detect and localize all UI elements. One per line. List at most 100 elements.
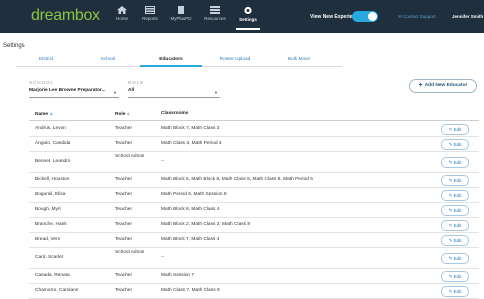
- edit-button[interactable]: ✎ Edit: [441, 271, 469, 282]
- table-row: Bogumil, Elisa Teacher Math Period 6, Math…: [29, 187, 479, 203]
- educator-name: Bogumil, Elisa: [35, 192, 66, 197]
- column-header-classrooms: Classrooms: [161, 111, 189, 116]
- educator-classrooms: Math Block 8, Math Class 4: [161, 207, 220, 212]
- school-select[interactable]: Marjorie Lee Browne Preparator... ▼: [29, 88, 119, 98]
- tab-district[interactable]: District: [16, 55, 76, 65]
- educator-name: Bread, Vern: [35, 237, 61, 242]
- educator-role: Teacher: [115, 126, 133, 131]
- column-header-role-label: Role: [115, 112, 126, 117]
- nav-resources[interactable]: Resources: [200, 6, 230, 21]
- nav-myplus-label: MyPlusPD: [170, 16, 192, 21]
- edit-label: Edit: [453, 178, 462, 183]
- nav-settings[interactable]: Settings: [233, 6, 263, 30]
- home-icon: [117, 6, 127, 14]
- educator-classrooms: Math Period 6, Math Session 8: [161, 192, 227, 197]
- edit-label: Edit: [453, 289, 462, 294]
- edit-label: Edit: [453, 238, 462, 243]
- edit-button[interactable]: ✎ Edit: [441, 175, 469, 186]
- educator-role: Teacher: [115, 141, 133, 146]
- new-experience-toggle[interactable]: [352, 11, 378, 22]
- edit-label: Edit: [453, 142, 462, 147]
- school-filter-label: SCHOOL: [29, 80, 55, 85]
- edit-button[interactable]: ✎ Edit: [441, 124, 469, 135]
- tab-roster-upload[interactable]: Roster Upload: [204, 55, 266, 65]
- educator-classrooms: --: [161, 159, 165, 164]
- contact-support-label: Contact Support: [403, 14, 436, 19]
- edit-button[interactable]: ✎ Edit: [441, 235, 469, 246]
- column-header-name-label: Name: [35, 112, 49, 117]
- tab-bulk-move[interactable]: Bulk Move: [268, 55, 330, 65]
- nav-resources-label: Resources: [204, 16, 226, 21]
- educator-name: Bickell, Houston: [35, 177, 70, 182]
- table-row: Bennet, Leandro School Admin -- ✎ Edit: [29, 151, 479, 173]
- toggle-knob: [368, 12, 377, 21]
- active-nav-indicator: [236, 28, 260, 30]
- educator-classrooms: Math Class 3, Math Period 4: [161, 141, 222, 146]
- edit-label: Edit: [453, 127, 462, 132]
- contact-support-link[interactable]: ✉ Contact Support: [398, 14, 436, 20]
- table-row: Branche, Hank Teacher Math Block 2, Math C…: [29, 217, 479, 233]
- page-title: Settings: [3, 43, 25, 49]
- tab-school[interactable]: School: [78, 55, 138, 65]
- tab-educators[interactable]: Educators: [140, 55, 202, 67]
- educator-role: Teacher: [115, 177, 133, 182]
- plus-icon: +: [418, 82, 423, 89]
- reports-icon: [145, 6, 155, 14]
- nav-myplus[interactable]: MyPlusPD: [166, 6, 196, 21]
- edit-button[interactable]: ✎ Edit: [441, 205, 469, 216]
- role-select-value: All: [128, 88, 135, 93]
- edit-button[interactable]: ✎ Edit: [441, 286, 469, 297]
- top-nav: dreambox Home Reports MyPlusPD Resources…: [0, 0, 484, 33]
- table-row: Angulo, Candida Teacher Math Class 3, Math…: [29, 136, 479, 152]
- edit-button[interactable]: ✎ Edit: [441, 139, 469, 150]
- role-select[interactable]: All ▼: [128, 88, 220, 98]
- myplus-icon: [178, 6, 184, 14]
- dreambox-logo[interactable]: dreambox: [31, 7, 100, 25]
- edit-label: Edit: [453, 223, 462, 228]
- edit-button[interactable]: ✎ Edit: [441, 157, 469, 168]
- add-educator-label: Add New Educator: [424, 83, 468, 88]
- sort-icon: ◆: [126, 111, 130, 116]
- table-row: Chamorro, Carolann Teacher Math Class 7, M…: [29, 283, 479, 299]
- role-filter-label: ROLE: [128, 80, 145, 85]
- resources-icon: [210, 6, 220, 14]
- educator-classrooms: Math Block 7, Math Class 4: [161, 237, 220, 242]
- settings-tabs: District School Educators Roster Upload …: [16, 55, 342, 67]
- edit-label: Edit: [453, 193, 462, 198]
- educator-name: Bough, Myrl: [35, 207, 61, 212]
- column-header-role[interactable]: Role ◆: [115, 111, 130, 117]
- edit-label: Edit: [453, 256, 462, 261]
- add-educator-button[interactable]: + Add New Educator: [409, 79, 477, 93]
- edit-label: Edit: [453, 208, 462, 213]
- edit-label: Edit: [453, 160, 462, 165]
- educator-name: Card, Scarlet: [35, 255, 63, 260]
- sort-asc-icon: ▲: [49, 111, 54, 116]
- educator-role: School Admin: [115, 154, 145, 159]
- educator-role: Teacher: [115, 237, 133, 242]
- educator-classrooms: Math Session 7: [161, 273, 195, 278]
- edit-button[interactable]: ✎ Edit: [441, 253, 469, 264]
- user-name[interactable]: Jennifer Smith: [452, 14, 483, 19]
- educator-role: Teacher: [115, 207, 133, 212]
- educator-role: Teacher: [115, 288, 133, 293]
- educator-classrooms: Math Block 2, Math Class 2, Math Class 8: [161, 222, 251, 227]
- nav-home[interactable]: Home: [107, 6, 137, 21]
- table-row: Andrus, Levon Teacher Math Block 7, Math C…: [29, 121, 479, 137]
- column-header-name[interactable]: Name ▲: [35, 111, 53, 117]
- educator-classrooms: Math Block 7, Math Class 3: [161, 126, 220, 131]
- educator-role: School Admin: [115, 250, 145, 255]
- contact-icon: ✉: [398, 14, 402, 19]
- table-row: Bickell, Houston Teacher Math Block 6, Mat…: [29, 172, 479, 188]
- edit-button[interactable]: ✎ Edit: [441, 220, 469, 231]
- educator-name: Chamorro, Carolann: [35, 288, 79, 293]
- table-row: Bough, Myrl Teacher Math Block 8, Math Cla…: [29, 202, 479, 218]
- educator-role: Teacher: [115, 192, 133, 197]
- educator-classrooms: Math Class 7, Math Class 8: [161, 288, 220, 293]
- edit-button[interactable]: ✎ Edit: [441, 190, 469, 201]
- edit-label: Edit: [453, 274, 462, 279]
- nav-reports[interactable]: Reports: [135, 6, 165, 21]
- educator-name: Bennet, Leandro: [35, 159, 71, 164]
- educator-name: Casada, Renata: [35, 273, 70, 278]
- table-row: Card, Scarlet School Admin -- ✎ Edit: [29, 247, 479, 269]
- table-header: Name ▲ Role ◆ Classrooms: [29, 108, 479, 121]
